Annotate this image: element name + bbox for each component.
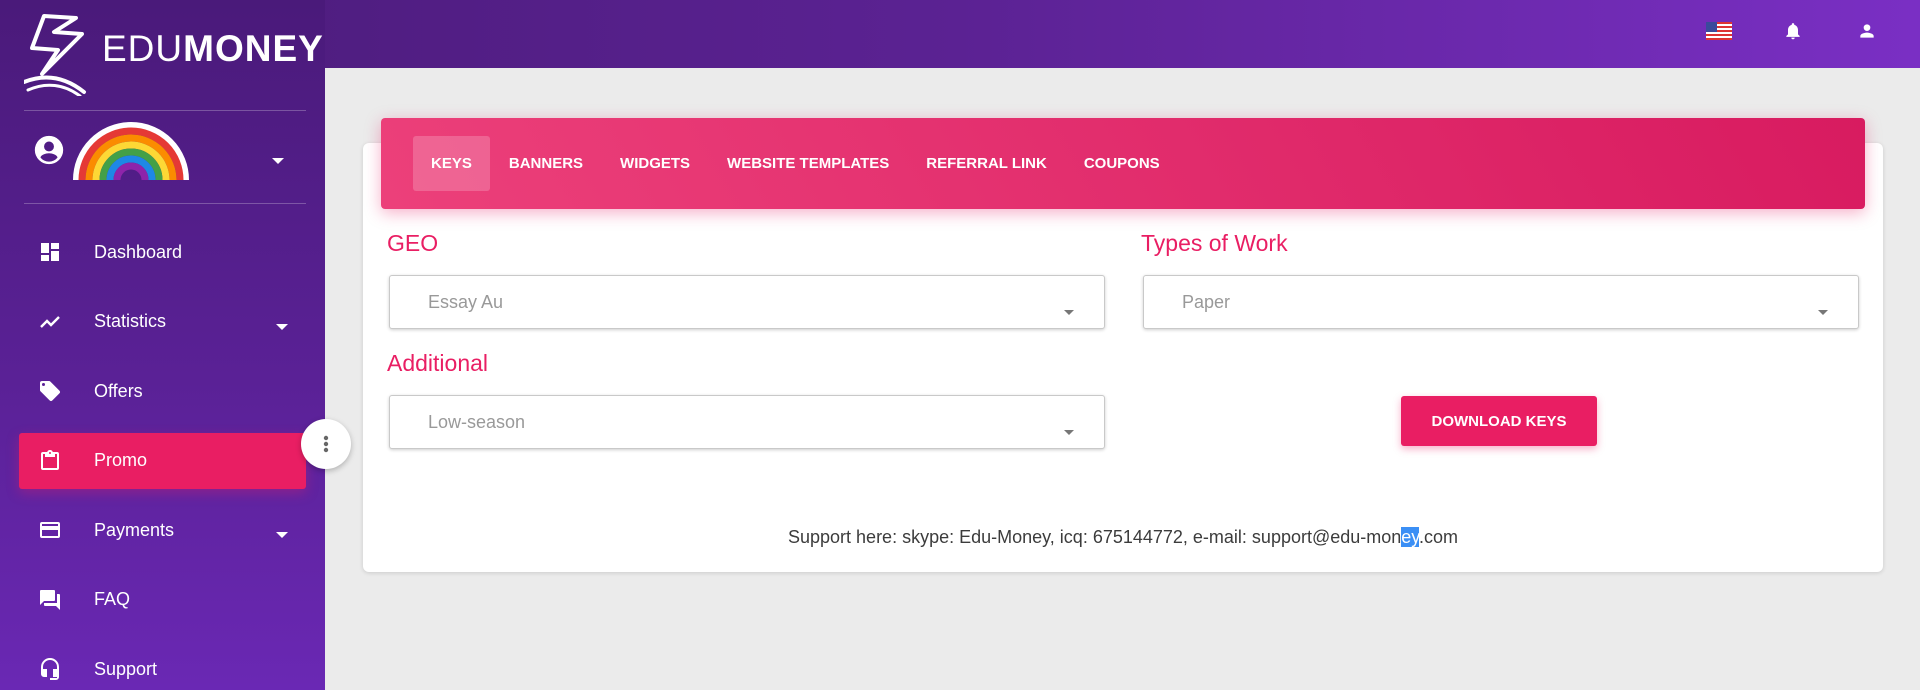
logo-mark-icon xyxy=(24,14,86,96)
support-text-selection: ey xyxy=(1401,527,1419,547)
promo-tabs: KEYS BANNERS WIDGETS WEBSITE TEMPLATES R… xyxy=(381,118,1865,209)
chevron-down-icon xyxy=(276,526,288,544)
types-of-work-select[interactable]: Paper xyxy=(1143,275,1859,329)
tab-widgets[interactable]: WIDGETS xyxy=(602,136,708,191)
geo-select[interactable]: Essay Au xyxy=(389,275,1105,329)
bell-icon[interactable] xyxy=(1780,18,1806,44)
sidebar-item-label: Statistics xyxy=(94,311,167,331)
sidebar-item-label: Support xyxy=(94,658,158,679)
tab-coupons[interactable]: COUPONS xyxy=(1066,136,1178,191)
divider xyxy=(24,110,306,111)
sidebar-item-label: Offers xyxy=(94,380,143,401)
support-text: Support here: skype: Edu-Money, icq: 675… xyxy=(788,527,1402,547)
user-icon[interactable] xyxy=(1854,18,1880,44)
tab-banners[interactable]: BANNERS xyxy=(491,136,601,191)
chevron-down-icon xyxy=(1064,420,1074,441)
divider xyxy=(24,203,306,204)
forum-icon xyxy=(37,587,63,613)
credit-card-icon xyxy=(37,517,63,543)
clipboard-icon xyxy=(37,448,63,474)
chevron-down-icon xyxy=(276,318,288,336)
additional-label: Additional xyxy=(387,350,489,376)
sidebar-more-button[interactable] xyxy=(301,419,351,469)
sidebar-nav: Dashboard Statistics Offers Promo Paymen… xyxy=(19,224,306,690)
brand-logo[interactable]: EDUMONEY xyxy=(24,12,323,96)
brand-name-part1: EDU xyxy=(102,28,184,69)
additional-select-value: Low-season xyxy=(428,411,526,432)
additional-select[interactable]: Low-season xyxy=(389,395,1105,449)
tab-keys[interactable]: KEYS xyxy=(413,136,490,191)
geo-label: GEO xyxy=(387,230,439,256)
sidebar-item-label: Promo xyxy=(94,450,148,470)
user-profile-row[interactable] xyxy=(32,116,300,184)
more-vertical-icon xyxy=(323,435,329,453)
sidebar-item-offers[interactable]: Offers xyxy=(19,363,306,419)
chevron-down-icon[interactable] xyxy=(272,152,284,170)
brand-name-part2: MONEY xyxy=(183,28,324,69)
top-bar-icons xyxy=(1706,18,1880,44)
tab-referral-link[interactable]: REFERRAL LINK xyxy=(908,136,1065,191)
sidebar-item-statistics[interactable]: Statistics xyxy=(19,294,306,350)
sidebar-item-label: Payments xyxy=(94,519,175,540)
download-keys-button[interactable]: DOWNLOAD KEYS xyxy=(1401,396,1597,446)
rainbow-avatar xyxy=(72,118,190,182)
tab-website-templates[interactable]: WEBSITE TEMPLATES xyxy=(709,136,907,191)
types-of-work-select-value: Paper xyxy=(1182,291,1231,312)
tag-icon xyxy=(37,378,63,404)
account-circle-icon xyxy=(32,133,66,167)
geo-select-value: Essay Au xyxy=(428,291,504,312)
sidebar: EDUMONEY Dashboard Statistics Offers Pro… xyxy=(0,0,325,690)
sidebar-item-label: FAQ xyxy=(94,589,131,609)
brand-name: EDUMONEY xyxy=(102,28,324,70)
sidebar-item-payments[interactable]: Payments xyxy=(19,502,306,558)
chevron-down-icon xyxy=(1064,300,1074,321)
headset-icon xyxy=(37,656,63,682)
dashboard-icon xyxy=(37,239,63,265)
sidebar-item-faq[interactable]: FAQ xyxy=(19,572,306,628)
trending-icon xyxy=(37,309,63,335)
sidebar-item-promo[interactable]: Promo xyxy=(19,432,306,489)
types-of-work-label: Types of Work xyxy=(1141,230,1288,256)
support-info: Support here: skype: Edu-Money, icq: 675… xyxy=(363,527,1883,548)
us-flag-icon[interactable] xyxy=(1706,18,1732,44)
sidebar-item-dashboard[interactable]: Dashboard xyxy=(19,224,306,280)
support-text-end: .com xyxy=(1418,527,1458,547)
sidebar-item-support[interactable]: Support xyxy=(19,641,306,690)
sidebar-item-label: Dashboard xyxy=(94,241,183,262)
chevron-down-icon xyxy=(1818,300,1828,321)
